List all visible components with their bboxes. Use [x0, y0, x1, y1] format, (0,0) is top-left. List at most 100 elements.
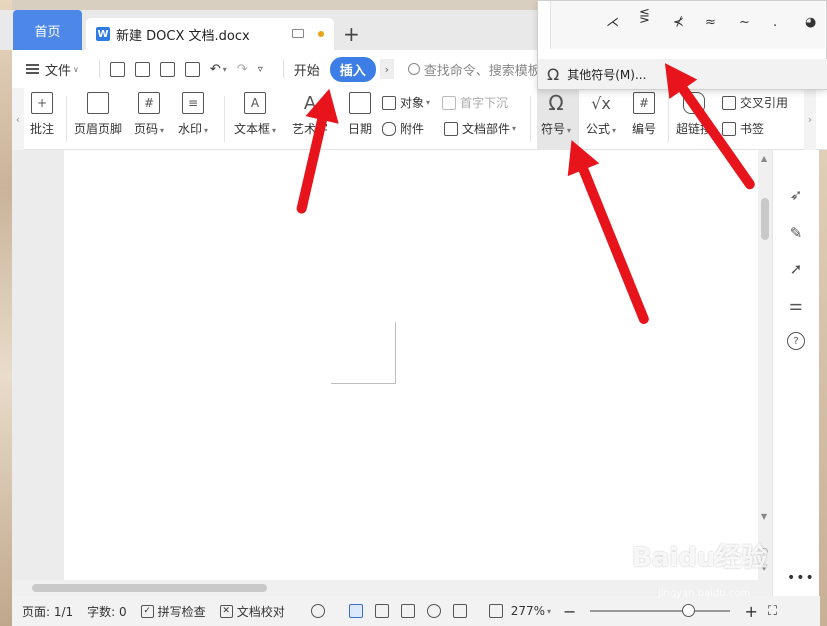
date-button[interactable]: 日期 — [348, 92, 372, 137]
ribbon-divider — [66, 96, 67, 142]
bookmark-icon — [722, 121, 736, 136]
fit-page-icon[interactable] — [488, 604, 503, 618]
word-doc-icon: W — [96, 27, 110, 41]
menu-divider — [98, 60, 100, 78]
spell-check-label: 拼写检查 — [157, 604, 206, 619]
customize-toolbar-icon[interactable]: ▿ — [258, 64, 263, 75]
search-input[interactable]: 查找命令、搜索模板 — [424, 60, 541, 79]
tab-insert[interactable]: 插入 — [329, 56, 376, 82]
formula-button[interactable]: √x 公式 ▾ — [586, 92, 616, 137]
watermark-button[interactable]: ≡ 水印 ▾ — [178, 92, 208, 137]
vertical-scrollbar-thumb[interactable] — [761, 198, 769, 240]
drop-cap-label: 首字下沉 — [460, 96, 509, 110]
monitor-icon[interactable] — [292, 29, 304, 38]
side-panel: ➶ ✎ ➚ ⚌ ? ••• — [772, 150, 819, 602]
textbox-button[interactable]: A 文本框 ▾ — [234, 92, 276, 137]
zoom-in-button[interactable]: + — [744, 602, 757, 621]
numbering-button[interactable]: # 编号 — [632, 92, 656, 137]
scroll-up-icon[interactable]: ▲ — [761, 154, 767, 163]
symbol-cell[interactable]: ≈ — [705, 15, 716, 30]
symbol-cell[interactable]: ◕ — [805, 15, 816, 30]
proofread-icon: ✕ — [219, 604, 233, 618]
cross-reference-label: 交叉引用 — [740, 96, 789, 110]
rocket-icon[interactable]: ➶ — [787, 186, 805, 204]
comment-label: 批注 — [30, 122, 55, 136]
paperclip-icon — [382, 121, 396, 136]
more-icon[interactable]: ••• — [787, 570, 815, 586]
watermark-label: 水印 ▾ — [178, 122, 209, 136]
search-icon — [407, 63, 420, 75]
print-preview-icon[interactable] — [184, 61, 200, 77]
symbol-button[interactable]: Ω 符号 ▾ — [541, 91, 571, 137]
comment-icon: + — [31, 92, 53, 114]
fullscreen-icon[interactable]: ⛶ — [768, 604, 777, 619]
file-menu[interactable]: 文件 ∨ — [12, 60, 79, 79]
cross-reference-button[interactable]: 交叉引用 — [722, 94, 788, 111]
ribbon-scroll-left-icon[interactable]: ‹ — [12, 88, 24, 150]
bookmark-label: 书签 — [740, 122, 765, 136]
wallpaper-left — [0, 0, 12, 626]
baidu-watermark-url: jingyan.baidu.com — [658, 588, 751, 599]
save-icon[interactable] — [109, 61, 125, 77]
cross-reference-icon — [722, 95, 736, 110]
page-number-button[interactable]: # 页码 ▾ — [134, 92, 164, 137]
object-icon — [382, 95, 396, 110]
attachment-button[interactable]: 附件 — [382, 120, 424, 137]
redo-button[interactable]: ↷ — [237, 62, 248, 77]
proofread-button[interactable]: ✕ 文档校对 — [219, 603, 285, 620]
page-indicator[interactable]: 页面: 1/1 — [22, 603, 73, 620]
bookmark-button[interactable]: 书签 — [722, 120, 764, 137]
object-label: 对象 — [400, 96, 425, 110]
symbol-cell[interactable]: . — [773, 15, 777, 30]
home-tab[interactable]: 首页 — [13, 10, 82, 50]
outline-view-icon[interactable] — [374, 604, 389, 618]
symbol-cell[interactable]: ~ — [739, 15, 750, 30]
doc-parts-label: 文档部件 — [462, 122, 511, 136]
vertical-scrollbar[interactable]: ▲ ▼ ○ ▼ — [758, 150, 772, 580]
spell-check-button[interactable]: ✓ 拼写检查 — [140, 603, 206, 620]
wallpaper-right — [819, 140, 827, 626]
symbol-grid: ⋌ ⋚ ⊀ ≈ ~ . ◕ — [550, 1, 825, 49]
scroll-down-icon[interactable]: ▼ — [761, 512, 767, 521]
help-icon[interactable]: ? — [787, 332, 805, 350]
document-page[interactable] — [64, 150, 758, 580]
omega-icon: Ω — [547, 64, 560, 84]
format-painter-icon[interactable] — [134, 61, 150, 77]
pointer-icon[interactable]: ➚ — [787, 260, 805, 278]
word-count[interactable]: 字数: 0 — [87, 603, 127, 620]
tab-start[interactable]: 开始 — [294, 60, 320, 79]
undo-button[interactable]: ↶ ▾ — [210, 62, 227, 77]
ribbon-scroll-right-icon[interactable]: › — [804, 88, 816, 150]
print-icon[interactable] — [159, 61, 175, 77]
zoom-out-button[interactable]: − — [563, 602, 576, 621]
pen-icon[interactable]: ✎ — [787, 224, 805, 242]
zoom-slider[interactable] — [590, 604, 731, 617]
status-bar: 页面: 1/1 字数: 0 ✓ 拼写检查 ✕ 文档校对 277% ▾ − + ⛶ — [12, 596, 820, 626]
symbol-cell[interactable]: ⋌ — [606, 15, 619, 30]
zoom-level[interactable]: 277% ▾ — [511, 604, 551, 618]
baidu-watermark: Baidu经验 — [632, 543, 768, 573]
omega-icon: Ω — [548, 91, 564, 115]
zoom-slider-knob[interactable] — [682, 604, 696, 617]
date-label: 日期 — [348, 122, 373, 136]
tabs-scroll-right-icon[interactable]: › — [379, 59, 394, 79]
drop-cap-button[interactable]: 首字下沉 — [442, 94, 508, 111]
command-search[interactable]: 查找命令、搜索模板 — [407, 60, 541, 79]
object-button[interactable]: 对象 ▾ — [382, 94, 430, 111]
page-view-icon[interactable] — [348, 604, 363, 618]
document-tab-title: 新建 DOCX 文档.docx — [116, 28, 250, 44]
pen-mode-icon[interactable] — [452, 604, 467, 618]
horizontal-scrollbar-thumb[interactable] — [32, 584, 267, 592]
header-footer-button[interactable]: 页眉页脚 — [74, 92, 122, 137]
unsaved-dot-icon — [318, 31, 324, 37]
eye-icon[interactable] — [310, 604, 325, 618]
new-tab-button[interactable]: + — [343, 23, 360, 45]
sliders-icon[interactable]: ⚌ — [787, 296, 805, 314]
doc-parts-button[interactable]: 文档部件 ▾ — [444, 120, 516, 137]
web-view-icon[interactable] — [426, 604, 441, 618]
reading-view-icon[interactable] — [400, 604, 415, 618]
symbol-cell[interactable]: ⊀ — [673, 15, 684, 30]
document-tab[interactable]: W 新建 DOCX 文档.docx — [86, 18, 334, 50]
comment-button[interactable]: + 批注 — [30, 92, 54, 137]
symbol-cell[interactable]: ⋚ — [639, 9, 650, 24]
